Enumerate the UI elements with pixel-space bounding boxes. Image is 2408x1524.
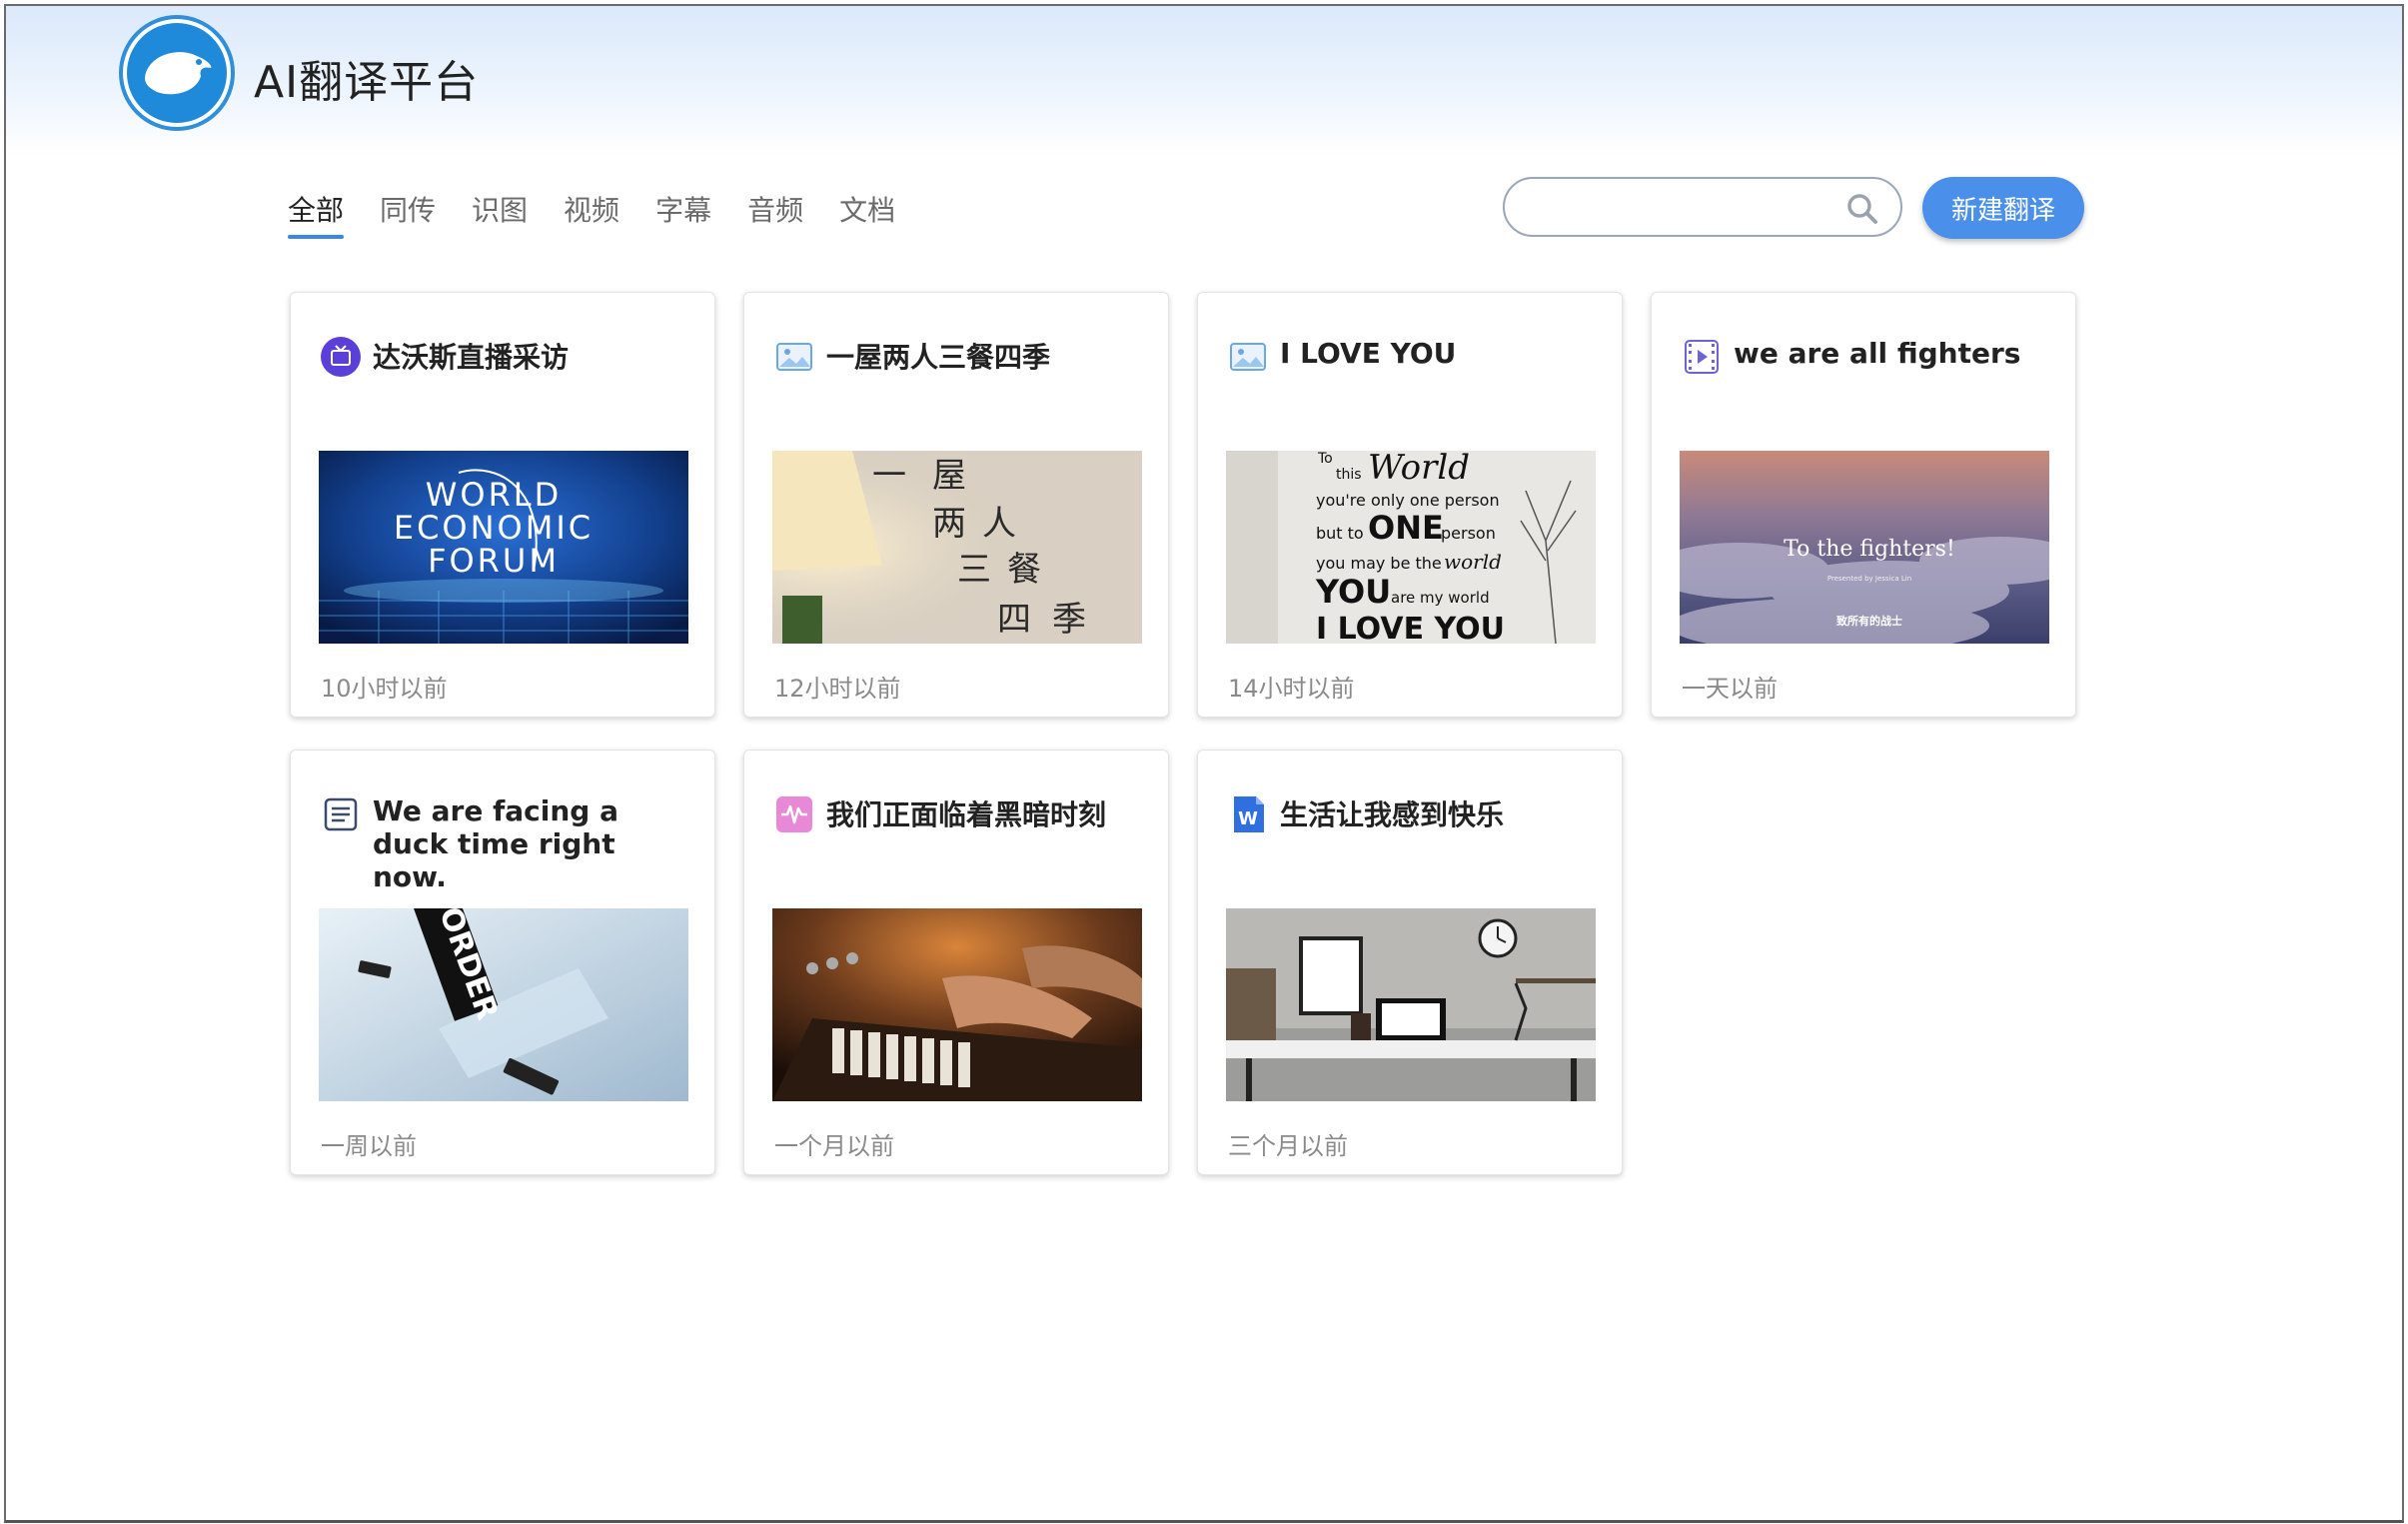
thumb-text: 一 xyxy=(872,456,906,496)
thumb-text: 三 xyxy=(957,550,991,590)
search-icon[interactable] xyxy=(1846,193,1878,225)
thumb-text: but to xyxy=(1316,524,1364,543)
card-thumbnail: WORLD ECONOMIC FORUM xyxy=(319,451,688,644)
card-thumbnail: To the fighters! Presented by Jessica Li… xyxy=(1680,451,2049,644)
card-thumbnail: To this World you're only one person but… xyxy=(1226,451,1596,644)
thumb-text: you're only one person xyxy=(1316,491,1500,510)
card-item[interactable]: 达沃斯直播采访 WORLD ECONOMIC FORUM 10小时以前 xyxy=(290,292,715,718)
card-timestamp: 12小时以前 xyxy=(774,675,901,703)
card-item[interactable]: 一屋两人三餐四季 一 屋 两 人 三 餐 四 季 12小时以前 xyxy=(743,292,1169,718)
tab-audio[interactable]: 音频 xyxy=(747,189,803,239)
thumb-text: this xyxy=(1336,467,1362,483)
card-thumbnail xyxy=(772,908,1142,1101)
thumb-text: To xyxy=(1317,451,1333,467)
search-box xyxy=(1503,177,1902,237)
image-icon xyxy=(1230,343,1266,371)
tab-all[interactable]: 全部 xyxy=(288,189,345,239)
thumb-text: 四 xyxy=(997,600,1031,640)
card-title: 生活让我感到快乐 xyxy=(1280,798,1505,831)
thumb-text: YOU xyxy=(1315,573,1391,611)
card-title: 一屋两人三餐四季 xyxy=(826,341,1051,374)
thumb-text: I LOVE YOU xyxy=(1316,612,1505,644)
card-timestamp: 一天以前 xyxy=(1682,675,1778,703)
word-badge: W xyxy=(1238,808,1258,829)
card-timestamp: 三个月以前 xyxy=(1228,1132,1348,1160)
tab-image[interactable]: 识图 xyxy=(472,189,528,239)
app-title: AI翻译平台 xyxy=(254,57,480,108)
word-doc-icon: W xyxy=(1234,796,1264,832)
card-item[interactable]: W 生活让我感到快乐 三个月以前 xyxy=(1197,750,1623,1175)
thumb-text: 致所有的战士 xyxy=(1836,614,1902,628)
card-item[interactable]: I LOVE YOU To this World you're only one… xyxy=(1197,292,1623,718)
thumb-text: FORUM xyxy=(428,542,560,580)
card-item[interactable]: we are all fighters To the fighters! Pre… xyxy=(1651,292,2076,718)
thumb-text: World xyxy=(1368,451,1470,488)
card-timestamp: 一个月以前 xyxy=(774,1132,894,1160)
app-window: AI翻译平台 全部 同传 识图 视频 字幕 音频 文档 新建翻译 达沃斯直播采访 xyxy=(4,4,2404,1523)
thumb-text: world xyxy=(1444,550,1502,574)
thumb-text: are my world xyxy=(1391,589,1490,607)
app-logo[interactable] xyxy=(119,15,235,131)
card-timestamp: 14小时以前 xyxy=(1228,675,1355,703)
search-input[interactable] xyxy=(1527,189,1826,225)
thumb-text: 季 xyxy=(1052,600,1086,640)
thumb-text: ONE xyxy=(1368,509,1444,547)
card-item[interactable]: We are facing a duck time right now. ORD… xyxy=(290,750,715,1175)
thumb-text: person xyxy=(1441,524,1496,543)
card-title: I LOVE YOU xyxy=(1280,337,1457,370)
image-icon xyxy=(776,343,812,371)
thumb-text: you may be the xyxy=(1316,554,1442,573)
card-thumbnail: 一 屋 两 人 三 餐 四 季 xyxy=(772,451,1142,644)
thumb-text: 两 xyxy=(932,504,966,544)
thumb-text: 屋 xyxy=(932,456,966,496)
card-title: 我们正面临着黑暗时刻 xyxy=(826,798,1107,831)
live-icon xyxy=(321,337,361,377)
card-timestamp: 一周以前 xyxy=(321,1132,417,1160)
tab-simultaneous[interactable]: 同传 xyxy=(380,189,436,239)
card-title: we are all fighters xyxy=(1734,337,2021,370)
audio-icon xyxy=(776,796,812,832)
thumb-text: Presented by Jessica Lin xyxy=(1827,575,1911,583)
logo-bird-icon xyxy=(127,23,227,123)
thumb-text: 餐 xyxy=(1007,550,1041,590)
card-thumbnail: ORDER xyxy=(319,908,688,1101)
card-thumbnail xyxy=(1226,908,1596,1101)
thumb-text: To the fighters! xyxy=(1784,537,1955,562)
video-icon xyxy=(1685,340,1719,374)
tab-document[interactable]: 文档 xyxy=(839,189,895,239)
thumb-text: 人 xyxy=(982,504,1016,544)
tab-subtitle[interactable]: 字幕 xyxy=(655,189,711,239)
category-tabs: 全部 同传 识图 视频 字幕 音频 文档 xyxy=(288,189,931,239)
card-timestamp: 10小时以前 xyxy=(321,675,448,703)
card-item[interactable]: 我们正面临着黑暗时刻 一个月以前 xyxy=(743,750,1169,1175)
card-title: We are facing a duck time right now. xyxy=(373,794,618,893)
card-title: 达沃斯直播采访 xyxy=(373,341,570,374)
tab-video[interactable]: 视频 xyxy=(564,189,619,239)
subtitle-icon xyxy=(324,797,358,831)
new-translation-button[interactable]: 新建翻译 xyxy=(1922,177,2084,239)
